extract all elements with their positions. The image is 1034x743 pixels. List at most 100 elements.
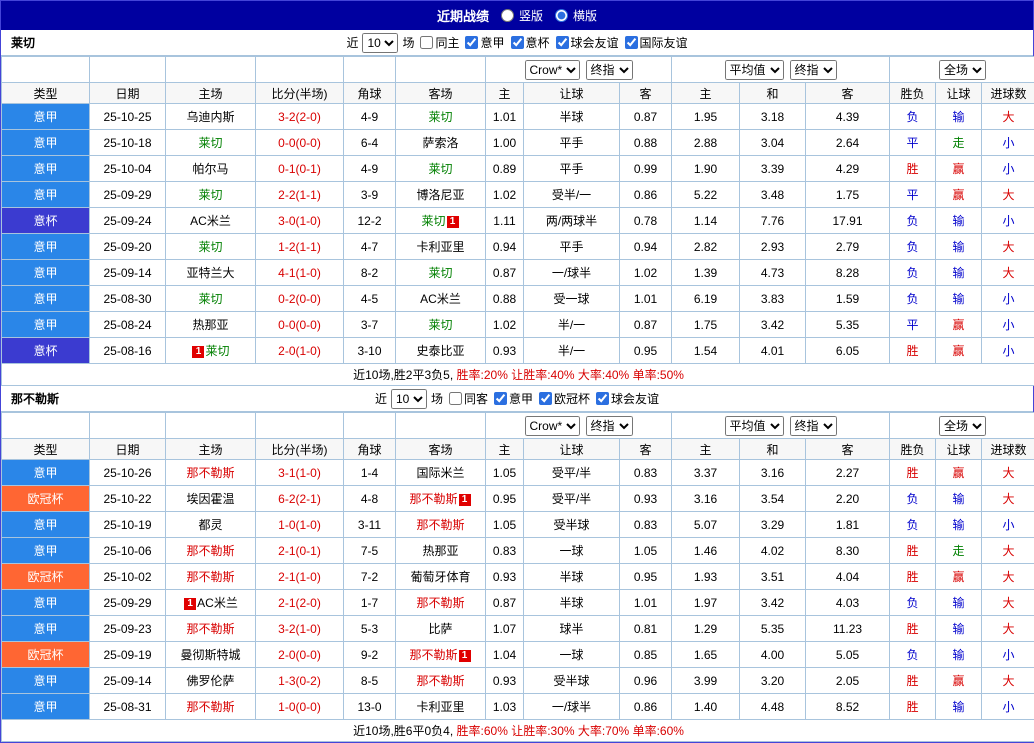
result-cell: 负 xyxy=(890,104,936,130)
corners-cell: 12-2 xyxy=(344,208,396,234)
checkbox-同客[interactable] xyxy=(449,392,462,405)
avg-away-cell: 2.27 xyxy=(806,460,890,486)
match-count-select[interactable]: 10 xyxy=(391,389,427,409)
home-team-cell: 1莱切 xyxy=(166,338,256,364)
avg-draw-cell: 4.02 xyxy=(740,538,806,564)
filter-checkbox-球会友谊[interactable]: 球会友谊 xyxy=(596,390,659,407)
full-match-select[interactable]: 全场 xyxy=(939,60,986,80)
odds-group-header: Crow* 终指 xyxy=(486,57,672,83)
blank-header xyxy=(90,413,166,439)
vertical-layout-radio[interactable] xyxy=(501,9,514,22)
layout-radio-horizontal[interactable]: 横版 xyxy=(555,7,597,24)
bookmaker-select[interactable]: Crow* xyxy=(525,60,580,80)
home-odds-cell: 1.05 xyxy=(486,460,524,486)
handicap-line-cell: 半球 xyxy=(524,104,620,130)
checkbox-意甲[interactable] xyxy=(465,36,478,49)
home-team-cell: 那不勒斯 xyxy=(166,564,256,590)
home-team-cell: 那不勒斯 xyxy=(166,538,256,564)
result-cell: 平 xyxy=(890,182,936,208)
results-table: Crow*终指平均值终指全场类型日期主场比分(半场)角球客场主让球客主和客胜负让… xyxy=(1,56,1034,386)
final-odds-select[interactable]: 终指 xyxy=(586,416,633,436)
layout-radio-vertical[interactable]: 竖版 xyxy=(501,7,543,24)
bookmaker-select[interactable]: Crow* xyxy=(525,416,580,436)
result-cell: 胜 xyxy=(890,538,936,564)
filter-checkbox-同客[interactable]: 同客 xyxy=(449,390,488,407)
score-cell: 2-1(2-0) xyxy=(256,590,344,616)
avg-home-cell: 1.93 xyxy=(672,564,740,590)
away-odds-cell: 1.01 xyxy=(620,590,672,616)
score-cell: 3-2(1-0) xyxy=(256,616,344,642)
league-cell: 意甲 xyxy=(2,460,90,486)
handicap-line-cell: 半球 xyxy=(524,564,620,590)
filter-checkbox-意甲[interactable]: 意甲 xyxy=(465,34,504,51)
checkbox-欧冠杯[interactable] xyxy=(539,392,552,405)
league-cell: 意甲 xyxy=(2,234,90,260)
avg-away-cell: 2.79 xyxy=(806,234,890,260)
checkbox-label: 球会友谊 xyxy=(571,34,619,51)
away-team-cell: AC米兰 xyxy=(396,286,486,312)
date-cell: 25-09-20 xyxy=(90,234,166,260)
date-cell: 25-09-14 xyxy=(90,668,166,694)
avg-draw-cell: 3.16 xyxy=(740,460,806,486)
col-away: 客场 xyxy=(396,439,486,460)
filter-checkbox-国际友谊[interactable]: 国际友谊 xyxy=(625,34,688,51)
full-match-select[interactable]: 全场 xyxy=(939,416,986,436)
team-label: 莱切 xyxy=(421,214,445,228)
avg-draw-cell: 3.48 xyxy=(740,182,806,208)
col-avg-draw: 和 xyxy=(740,83,806,104)
goals-result-cell: 小 xyxy=(982,694,1034,720)
handicap-line-cell: 平手 xyxy=(524,130,620,156)
handicap-result-cell: 输 xyxy=(936,286,982,312)
filter-checkbox-意甲[interactable]: 意甲 xyxy=(494,390,533,407)
checkbox-label: 球会友谊 xyxy=(611,390,659,407)
col-result: 胜负 xyxy=(890,83,936,104)
handicap-result-cell: 输 xyxy=(936,512,982,538)
corners-cell: 9-2 xyxy=(344,642,396,668)
filter-checkbox-欧冠杯[interactable]: 欧冠杯 xyxy=(539,390,590,407)
final-odds-select[interactable]: 终指 xyxy=(586,60,633,80)
blank-header xyxy=(256,57,344,83)
away-team-cell: 比萨 xyxy=(396,616,486,642)
home-team-cell: 曼彻斯特城 xyxy=(166,642,256,668)
checkbox-意杯[interactable] xyxy=(511,36,524,49)
horizontal-layout-radio[interactable] xyxy=(555,9,568,22)
avg-away-cell: 1.81 xyxy=(806,512,890,538)
handicap-line-cell: 受平/半 xyxy=(524,486,620,512)
average-select[interactable]: 平均值 xyxy=(725,60,784,80)
checkbox-国际友谊[interactable] xyxy=(625,36,638,49)
avg-home-cell: 1.95 xyxy=(672,104,740,130)
handicap-result-cell: 输 xyxy=(936,616,982,642)
checkbox-label: 同客 xyxy=(464,390,488,407)
match-count-select[interactable]: 10 xyxy=(362,33,398,53)
league-cell: 意甲 xyxy=(2,616,90,642)
checkbox-同主[interactable] xyxy=(420,36,433,49)
blank-header xyxy=(2,57,90,83)
filter-checkbox-意杯[interactable]: 意杯 xyxy=(511,34,550,51)
filter-checkbox-同主[interactable]: 同主 xyxy=(420,34,459,51)
checkbox-球会友谊[interactable] xyxy=(596,392,609,405)
final-odds-select[interactable]: 终指 xyxy=(790,60,837,80)
score-cell: 2-1(1-0) xyxy=(256,564,344,590)
goals-result-cell: 大 xyxy=(982,234,1034,260)
filter-checkbox-球会友谊[interactable]: 球会友谊 xyxy=(556,34,619,51)
away-team-cell: 热那亚 xyxy=(396,538,486,564)
away-team-cell: 那不勒斯 xyxy=(396,512,486,538)
average-select[interactable]: 平均值 xyxy=(725,416,784,436)
corners-cell: 4-8 xyxy=(344,486,396,512)
team-label: 萨索洛 xyxy=(422,136,458,150)
result-cell: 胜 xyxy=(890,616,936,642)
goals-result-cell: 大 xyxy=(982,590,1034,616)
checkbox-球会友谊[interactable] xyxy=(556,36,569,49)
col-avg-home: 主 xyxy=(672,439,740,460)
checkbox-意甲[interactable] xyxy=(494,392,507,405)
col-score: 比分(半场) xyxy=(256,83,344,104)
home-team-cell: 那不勒斯 xyxy=(166,460,256,486)
away-team-cell: 莱切 xyxy=(396,260,486,286)
result-cell: 胜 xyxy=(890,668,936,694)
avg-home-cell: 2.88 xyxy=(672,130,740,156)
corners-cell: 4-9 xyxy=(344,156,396,182)
final-odds-select[interactable]: 终指 xyxy=(790,416,837,436)
blank-header xyxy=(344,57,396,83)
home-odds-cell: 0.88 xyxy=(486,286,524,312)
avg-away-cell: 8.52 xyxy=(806,694,890,720)
